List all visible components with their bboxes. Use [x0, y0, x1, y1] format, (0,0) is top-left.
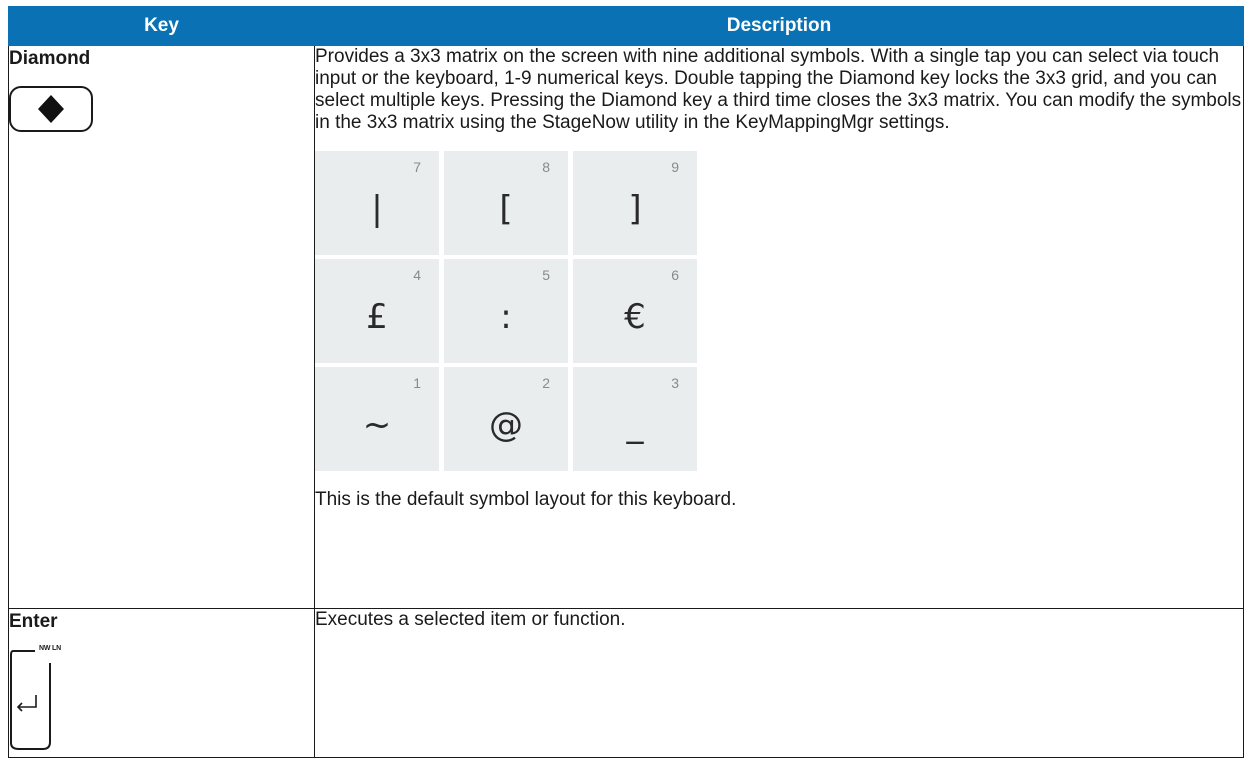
key-description-table: Key Description Diamond Provides a 3x3 m…: [8, 6, 1244, 758]
matrix-symbol: €: [624, 297, 646, 337]
matrix-symbol: _: [626, 405, 644, 445]
matrix-cell: 9]: [573, 151, 697, 255]
key-cell: Diamond: [8, 45, 315, 609]
matrix-symbol: |: [371, 189, 383, 229]
matrix-cell: 8[: [444, 151, 568, 255]
matrix-symbol: £: [366, 297, 388, 337]
matrix-number: 5: [542, 267, 550, 283]
key-name: Enter: [9, 611, 58, 632]
symbol-matrix: 7 | 8[ 9] 4 £ 5: 6 € 1 ~ 2 @ 3 _: [315, 151, 697, 471]
key-name: Diamond: [9, 48, 91, 69]
footnote-text: This is the default symbol layout for th…: [315, 489, 737, 510]
header-description: Description: [314, 6, 1244, 46]
matrix-number: 9: [671, 159, 679, 175]
matrix-symbol: @: [489, 405, 523, 445]
matrix-number: 4: [413, 267, 421, 283]
matrix-number: 6: [671, 267, 679, 283]
matrix-number: 2: [542, 375, 550, 391]
matrix-symbol: ~: [362, 405, 392, 445]
matrix-symbol: ]: [628, 189, 642, 229]
header-row: Key Description: [8, 6, 1244, 46]
key-cell: Enter NW LN: [8, 608, 315, 758]
matrix-cell: 7 |: [315, 151, 439, 255]
matrix-number: 3: [671, 375, 679, 391]
matrix-number: 8: [542, 159, 550, 175]
description-text: Provides a 3x3 matrix on the screen with…: [315, 46, 1242, 133]
matrix-symbol: :: [500, 297, 512, 337]
enter-key-icon: NW LN: [9, 645, 69, 757]
diamond-key-icon: [9, 86, 93, 132]
matrix-cell: 4 £: [315, 259, 439, 363]
description-text: Executes a selected item or function.: [315, 609, 626, 630]
description-cell: Executes a selected item or function.: [314, 608, 1244, 758]
matrix-number: 7: [413, 159, 421, 175]
matrix-cell: 1 ~: [315, 367, 439, 471]
matrix-cell: 3 _: [573, 367, 697, 471]
description-cell: Provides a 3x3 matrix on the screen with…: [314, 45, 1244, 609]
matrix-cell: 2 @: [444, 367, 568, 471]
table-row-diamond: Diamond Provides a 3x3 matrix on the scr…: [8, 45, 1244, 609]
matrix-number: 1: [413, 375, 421, 391]
table-row-enter: Enter NW LN Executes a selected item or …: [8, 608, 1244, 758]
matrix-cell: 6 €: [573, 259, 697, 363]
matrix-cell: 5:: [444, 259, 568, 363]
header-key: Key: [8, 6, 315, 46]
matrix-symbol: [: [499, 189, 513, 229]
